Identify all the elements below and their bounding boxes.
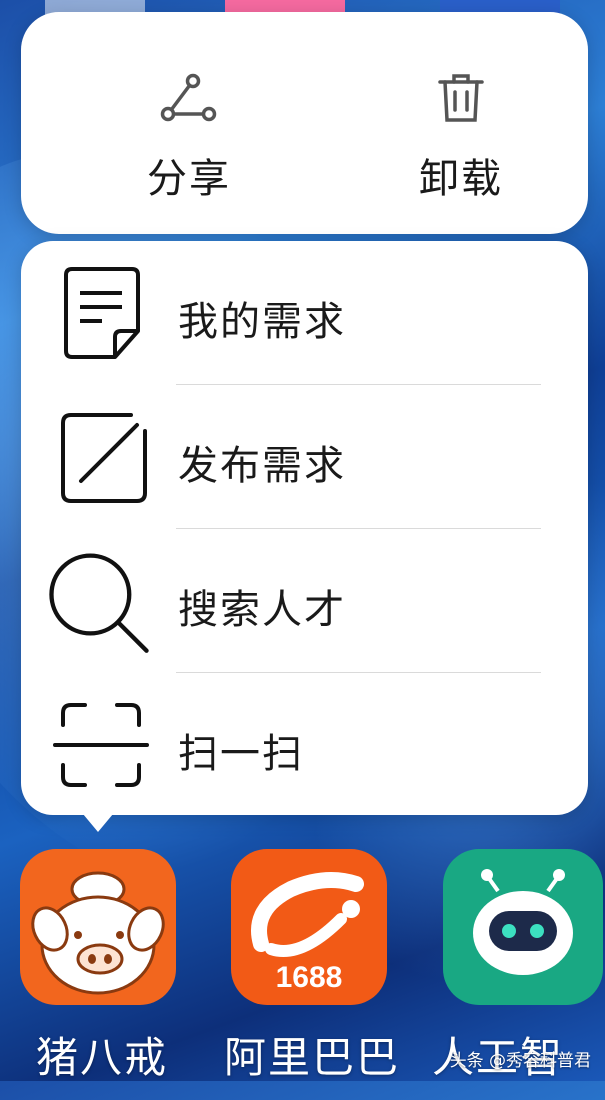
menu-item-label: 搜索人才 xyxy=(178,587,346,633)
edit-square-icon xyxy=(61,413,147,503)
alibaba-logo-icon: 1688 xyxy=(251,872,364,994)
quick-actions-card: 分享 卸载 xyxy=(21,12,588,234)
menu-item-my-requests[interactable]: 我的需求 xyxy=(21,241,588,385)
uninstall-label: 卸载 xyxy=(419,156,503,202)
share-button[interactable]: 分享 xyxy=(89,72,289,204)
scan-icon xyxy=(53,703,149,787)
uninstall-button[interactable]: 卸载 xyxy=(361,72,561,204)
alibaba-badge: 1688 xyxy=(276,961,343,994)
app-label-alibaba: 阿里巴巴 xyxy=(224,1033,401,1082)
share-icon xyxy=(160,73,217,122)
app-icon-zhubajie[interactable] xyxy=(20,849,176,1005)
menu-item-label: 我的需求 xyxy=(178,299,346,345)
app-icon-alibaba[interactable]: 1688 xyxy=(231,849,387,1005)
app-label-zhubajie: 猪八戒 xyxy=(36,1033,169,1082)
share-label: 分享 xyxy=(147,156,231,202)
menu-pointer xyxy=(78,808,118,832)
menu-item-post-request[interactable]: 发布需求 xyxy=(21,385,588,529)
menu-item-search-talent[interactable]: 搜索人才 xyxy=(21,529,588,673)
app-icon-ai-assistant[interactable] xyxy=(443,849,603,1005)
search-icon xyxy=(49,553,149,653)
watermark: 头条 @秀容科普君 xyxy=(449,1051,591,1071)
menu-item-scan[interactable]: 扫一扫 xyxy=(21,673,588,817)
document-icon xyxy=(64,267,140,359)
trash-icon xyxy=(438,74,484,122)
menu-item-label: 扫一扫 xyxy=(178,731,304,777)
menu-item-label: 发布需求 xyxy=(178,443,346,489)
robot-icon xyxy=(473,869,573,975)
pig-mascot-icon xyxy=(31,871,165,995)
shortcut-menu: 我的需求 发布需求 搜索人才 扫一扫 xyxy=(21,241,588,815)
